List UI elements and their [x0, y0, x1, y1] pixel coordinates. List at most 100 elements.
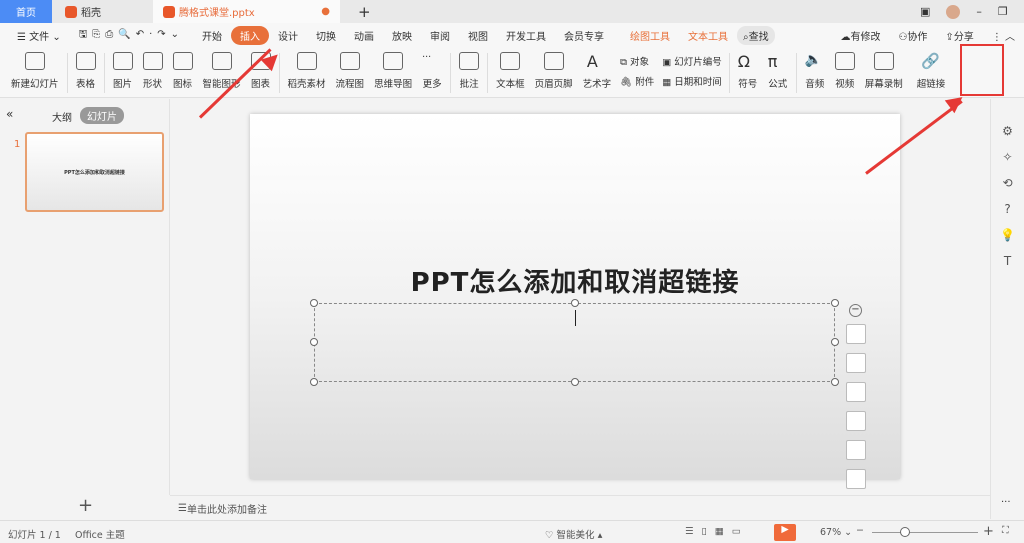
search-button[interactable]: ⌕查找 — [737, 26, 775, 45]
bulb-icon[interactable]: 💡 — [1000, 228, 1015, 242]
hyperlink-button[interactable]: 🔗 超链接 — [912, 48, 951, 90]
notes-area[interactable]: ☰ 单击此处添加备注 — [170, 495, 990, 520]
play-button[interactable]: ▶ — [774, 524, 796, 541]
menu-bar: ☰ 文件 ⌄ 🖫⎘⎙🔍↶·↷⌄ 开始 插入 设计 切换 动画 放映 审阅 视图 … — [0, 23, 1024, 48]
tab-home[interactable]: 首页 — [0, 0, 52, 23]
menu-text-tools[interactable]: 文本工具 — [679, 28, 737, 43]
menu-review[interactable]: 审阅 — [421, 28, 459, 43]
share-button[interactable]: ⇪分享 — [936, 28, 982, 43]
more-icon: ··· — [422, 52, 432, 63]
textbox-icon — [500, 52, 521, 70]
menu-transition[interactable]: 切换 — [307, 28, 345, 43]
tab-daoke[interactable]: 稻壳 — [55, 0, 153, 23]
ppt-icon — [163, 5, 175, 18]
collab-button[interactable]: ⚇协作 — [889, 28, 936, 43]
comment-button[interactable]: 批注 — [454, 48, 484, 90]
text-placeholder[interactable] — [310, 299, 839, 386]
menu-slideshow[interactable]: 放映 — [383, 28, 421, 43]
collapse-float-icon[interactable]: − — [849, 304, 862, 317]
zoom-level[interactable]: 67% ⌄ — [820, 527, 852, 538]
tab-label: 稻壳 — [81, 8, 101, 19]
fit-window-icon[interactable]: ⛶ — [1002, 525, 1009, 536]
new-slide-button[interactable]: 新建幻灯片 — [6, 48, 64, 90]
new-tab-button[interactable]: + — [348, 0, 371, 23]
beautify-button[interactable]: ♡ 智能美化 ▴ — [545, 527, 602, 541]
tab-slides[interactable]: 幻灯片 — [80, 107, 124, 124]
replace-icon[interactable]: ⟲ — [1002, 176, 1012, 190]
picture-button[interactable]: 图片 — [108, 48, 138, 90]
slide-thumbnail[interactable]: PPT怎么添加和取消超链接 — [25, 132, 164, 212]
minimize-button[interactable]: – — [976, 5, 982, 18]
ocr-icon[interactable] — [846, 469, 866, 489]
object-button[interactable]: ⧉ 对象 — [620, 54, 654, 68]
smart-art-button[interactable]: 智能图形 — [198, 48, 246, 90]
help-icon[interactable]: ? — [1004, 202, 1010, 216]
text-icon[interactable]: T — [1004, 254, 1011, 268]
zoom-slider-handle[interactable] — [900, 527, 910, 537]
wordart-button[interactable]: A 艺术字 — [578, 48, 617, 90]
table-button[interactable]: 表格 — [71, 48, 101, 90]
status-bar: 幻灯片 1 / 1 Office 主题 ♡ 智能美化 ▴ ☰▯▦▭ ▶ 67% … — [0, 520, 1024, 543]
link-icon: 🔗 — [921, 52, 940, 70]
pin-icon[interactable]: ✧ — [1002, 150, 1012, 164]
more-menu-icon[interactable]: ⋮ ︿ — [983, 28, 1024, 43]
collapse-panel-icon[interactable]: « — [6, 107, 13, 121]
fill-icon[interactable] — [846, 382, 866, 402]
more-button[interactable]: ··· 更多 — [417, 48, 447, 90]
modified-button[interactable]: ☁有修改 — [831, 28, 889, 43]
icon-button[interactable]: 图标 — [168, 48, 198, 90]
datetime-button[interactable]: ▦ 日期和时间 — [662, 74, 722, 88]
symbol-button[interactable]: Ω 符号 — [733, 48, 763, 90]
audio-button[interactable]: 🔈 音频 — [800, 48, 830, 90]
pen-icon[interactable] — [846, 353, 866, 373]
menu-member[interactable]: 会员专享 — [555, 28, 613, 43]
text-cursor — [575, 310, 576, 326]
menu-start[interactable]: 开始 — [193, 28, 231, 43]
video-button[interactable]: 视频 — [830, 48, 860, 90]
menu-view[interactable]: 视图 — [459, 28, 497, 43]
theme-name[interactable]: Office 主题 — [75, 527, 125, 541]
zoom-out-button[interactable]: − — [856, 525, 864, 536]
formula-button[interactable]: π 公式 — [763, 48, 793, 90]
avatar[interactable] — [946, 4, 961, 19]
slide-title[interactable]: PPT怎么添加和取消超链接 — [250, 262, 900, 299]
mindmap-button[interactable]: 思维导图 — [369, 48, 417, 90]
daoke-material-button[interactable]: 稻壳素材 — [283, 48, 331, 90]
restore-button[interactable]: ❐ — [998, 5, 1008, 18]
add-slide-button[interactable]: + — [78, 495, 93, 516]
menu-file[interactable]: ☰ 文件 ⌄ — [8, 28, 70, 43]
slide-number: 1 — [14, 139, 21, 150]
text-style-icon[interactable] — [846, 440, 866, 460]
menu-animation[interactable]: 动画 — [345, 28, 383, 43]
menu-drawing-tools[interactable]: 绘图工具 — [621, 28, 679, 43]
highlight-box — [960, 44, 1004, 96]
omega-icon: Ω — [737, 52, 750, 71]
menu-design[interactable]: 设计 — [269, 28, 307, 43]
table-icon — [75, 52, 96, 70]
header-footer-button[interactable]: 页眉页脚 — [530, 48, 578, 90]
menu-developer[interactable]: 开发工具 — [497, 28, 555, 43]
layers-icon[interactable] — [846, 324, 866, 344]
window-count-icon[interactable]: ▣ — [920, 5, 930, 18]
tab-outline[interactable]: 大纲 — [52, 109, 72, 124]
view-buttons[interactable]: ☰▯▦▭ — [685, 526, 749, 537]
comment-icon — [459, 52, 480, 70]
slide-number-button[interactable]: ▣ 幻灯片编号 — [662, 54, 722, 68]
window-controls: ▣ –❐✕ — [910, 0, 1024, 23]
attachment-button[interactable]: 🖇 附件 — [620, 74, 654, 88]
textbox-button[interactable]: 文本框 — [491, 48, 530, 90]
shape-icon — [142, 52, 163, 70]
zoom-in-button[interactable]: + — [983, 524, 994, 539]
quick-access-toolbar[interactable]: 🖫⎘⎙🔍↶·↷⌄ — [70, 27, 193, 44]
flowchart-button[interactable]: 流程图 — [331, 48, 370, 90]
shape-button[interactable]: 形状 — [138, 48, 168, 90]
tab-bar: 首页 稻壳 腾格式课堂.pptx● + ▣ –❐✕ — [0, 0, 1024, 23]
zoom-slider[interactable] — [872, 532, 978, 533]
border-icon[interactable] — [846, 411, 866, 431]
screen-record-button[interactable]: 屏幕录制 — [860, 48, 908, 90]
tab-document[interactable]: 腾格式课堂.pptx ● — [153, 0, 340, 23]
tab-label: 首页 — [16, 8, 36, 19]
menu-insert[interactable]: 插入 — [231, 26, 270, 45]
more-icon[interactable]: ··· — [1001, 497, 1011, 508]
settings-icon[interactable]: ⚙ — [1002, 124, 1013, 138]
